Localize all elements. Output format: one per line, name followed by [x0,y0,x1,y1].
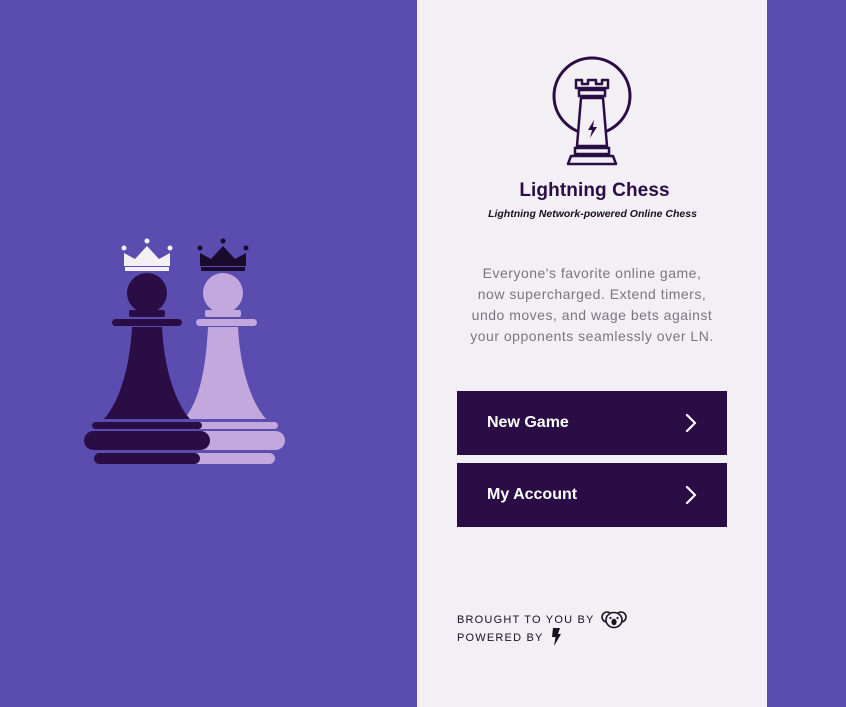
app-title: Lightning Chess [519,180,670,201]
description-line: undo moves, and wage bets against [471,307,713,323]
credits: BROUGHT TO YOU BY POWERED BY [457,609,627,649]
brought-by-line: BROUGHT TO YOU BY [457,609,627,632]
powered-by-line: POWERED BY [457,627,627,649]
brought-by-label: BROUGHT TO YOU BY [457,614,595,626]
koala-icon[interactable] [600,609,627,632]
description-line: Everyone's favorite online game, [482,265,702,281]
lightning-bolt-icon[interactable] [550,627,562,649]
app-description: Everyone's favorite online game, now sup… [447,263,737,347]
description-line: your opponents seamlessly over LN. [470,328,714,344]
new-game-button[interactable]: New Game [457,391,727,455]
new-game-label: New Game [487,414,569,431]
rook-lightning-logo-icon [550,54,634,166]
app-tagline: Lightning Network-powered Online Chess [488,208,697,220]
hero-illustration [80,236,292,470]
description-line: now supercharged. Extend timers, [477,286,707,302]
my-account-label: My Account [487,486,578,503]
chevron-right-icon [685,414,697,432]
my-account-button[interactable]: My Account [457,463,727,527]
crowned-pawns-icon [84,238,285,464]
login-panel: Lightning Chess Lightning Network-powere… [417,0,767,707]
chevron-right-icon [685,486,697,504]
powered-by-label: POWERED BY [457,632,544,644]
app-root: Lightning Chess Lightning Network-powere… [0,0,846,707]
